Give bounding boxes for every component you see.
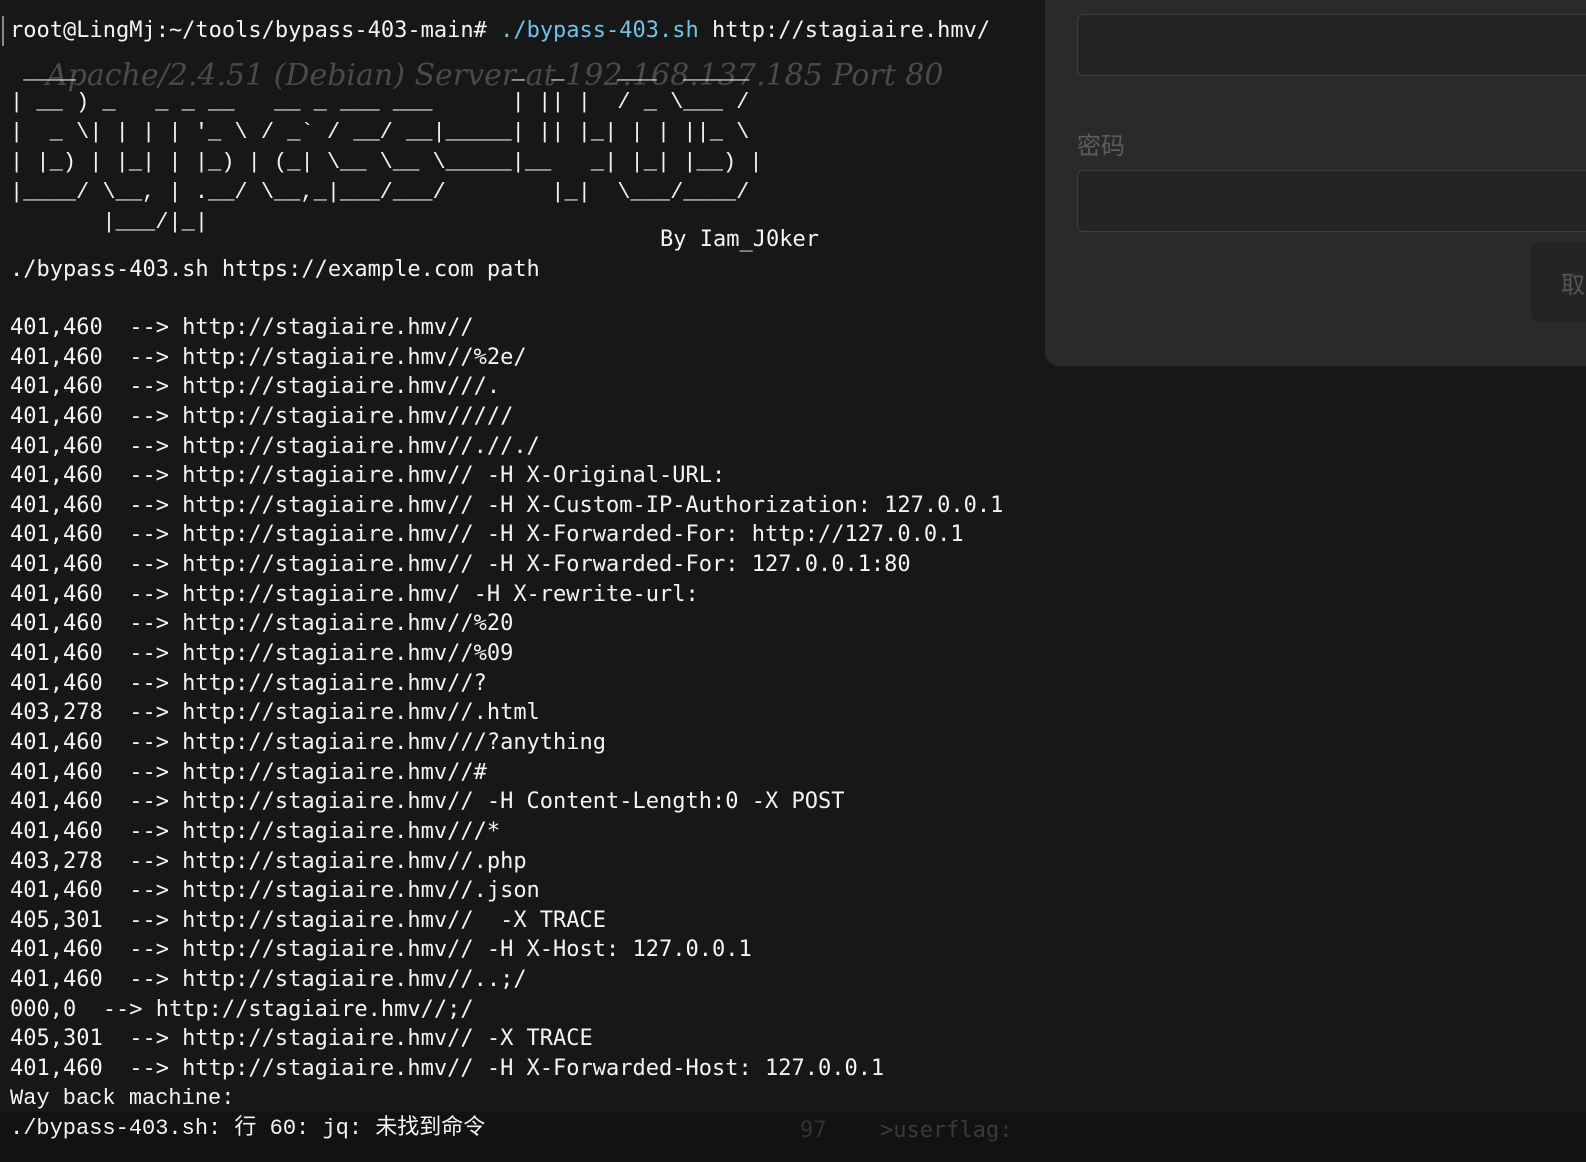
- result-line: 401,460 --> http://stagiaire.hmv/ -H X-r…: [10, 581, 699, 607]
- result-line: 401,460 --> http://stagiaire.hmv//%09: [10, 641, 514, 667]
- result-line: 401,460 --> http://stagiaire.hmv// -H X-…: [10, 552, 911, 578]
- password-label: 密码: [1077, 132, 1125, 160]
- result-line: 405,301 --> http://stagiaire.hmv// -X TR…: [10, 1026, 593, 1052]
- result-line: 401,460 --> http://stagiaire.hmv//#: [10, 759, 487, 785]
- username-field[interactable]: [1077, 14, 1586, 76]
- result-line: 401,460 --> http://stagiaire.hmv//%20: [10, 611, 514, 637]
- ascii-banner: ____ _ _ ___ _____ | __ ) _ _ _ __ __ _ …: [10, 60, 763, 235]
- error-line: ./bypass-403.sh: 行 60: jq: 未找到命令: [10, 1116, 486, 1141]
- result-line: 403,278 --> http://stagiaire.hmv//.php: [10, 848, 527, 874]
- result-line: 401,460 --> http://stagiaire.hmv// -H X-…: [10, 463, 726, 489]
- author-line: By Iam_J0ker: [660, 227, 819, 252]
- shell-prompt: root@LingMj:~/tools/bypass-403-main#: [10, 18, 487, 43]
- result-line: 401,460 --> http://stagiaire.hmv//%2e/: [10, 344, 527, 370]
- result-line: 401,460 --> http://stagiaire.hmv//..;/: [10, 967, 527, 993]
- result-line: 401,460 --> http://stagiaire.hmv// -H Co…: [10, 789, 845, 815]
- result-line: 401,460 --> http://stagiaire.hmv///?anyt…: [10, 729, 607, 755]
- command-argument: http://stagiaire.hmv/: [712, 18, 991, 43]
- login-dialog: 密码 取: [1045, 0, 1586, 366]
- result-line: 401,460 --> http://stagiaire.hmv// -H X-…: [10, 937, 752, 963]
- result-line: 401,460 --> http://stagiaire.hmv//.//./: [10, 433, 540, 459]
- result-line: 401,460 --> http://stagiaire.hmv// -H X-…: [10, 522, 964, 548]
- result-line: 401,460 --> http://stagiaire.hmv// -H X-…: [10, 492, 1004, 518]
- cancel-button[interactable]: 取: [1531, 242, 1586, 322]
- result-line: 401,460 --> http://stagiaire.hmv//.json: [10, 878, 540, 904]
- result-line: 401,460 --> http://stagiaire.hmv//?: [10, 670, 487, 696]
- result-line: 401,460 --> http://stagiaire.hmv/////: [10, 403, 514, 429]
- result-line: 403,278 --> http://stagiaire.hmv//.html: [10, 700, 540, 726]
- result-line: 405,301 --> http://stagiaire.hmv// -X TR…: [10, 907, 607, 933]
- result-line: 401,460 --> http://stagiaire.hmv///*: [10, 818, 501, 844]
- results-list: 401,460 --> http://stagiaire.hmv// 401,46…: [10, 313, 1003, 1084]
- command-name: ./bypass-403.sh: [500, 18, 699, 43]
- result-line: 401,460 --> http://stagiaire.hmv///.: [10, 374, 501, 400]
- terminal-tail: Way back machine: ./bypass-403.sh: 行 60:…: [10, 1084, 485, 1144]
- wayback-line: Way back machine:: [10, 1086, 235, 1111]
- command-line: root@LingMj:~/tools/bypass-403-main# ./b…: [10, 16, 990, 46]
- result-line: 000,0 --> http://stagiaire.hmv//;/: [10, 996, 474, 1022]
- result-line: 401,460 --> http://stagiaire.hmv// -H X-…: [10, 1056, 885, 1082]
- terminal-marker: [2, 16, 7, 46]
- usage-line: ./bypass-403.sh https://example.com path: [10, 257, 540, 282]
- result-line: 401,460 --> http://stagiaire.hmv//: [10, 315, 474, 340]
- password-field[interactable]: [1077, 170, 1586, 232]
- terminal-window[interactable]: root@LingMj:~/tools/bypass-403-main# ./b…: [0, 0, 1050, 1162]
